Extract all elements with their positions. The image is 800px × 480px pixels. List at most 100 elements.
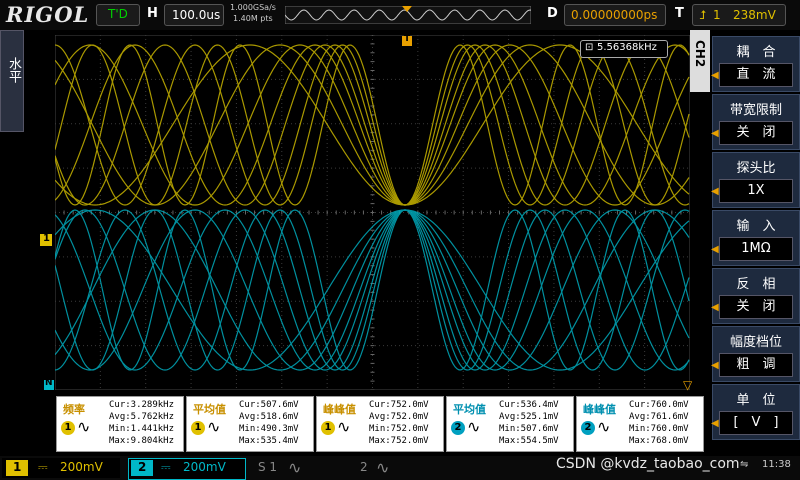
dc-coupling-icon: ⎓ bbox=[38, 460, 48, 474]
source1-box[interactable]: S 1 ∿ bbox=[250, 458, 348, 478]
ch1-offset-marker[interactable]: 1 bbox=[40, 233, 52, 246]
delay-label: D bbox=[547, 6, 558, 21]
trigger-position-marker[interactable]: T bbox=[402, 34, 412, 46]
left-arrow-icon: ◀ bbox=[711, 186, 719, 197]
menu-item-title: 输 入 bbox=[736, 219, 776, 234]
sine-icon: ∿ bbox=[376, 458, 390, 477]
measurement-min: Min:760.0mV bbox=[629, 424, 689, 434]
menu-item-title: 反 相 bbox=[736, 277, 776, 292]
measurement-box[interactable]: 频率 1 ∿ Cur:3.289kHz Avg:5.762kHz Min:1.441kHz… bbox=[56, 396, 184, 452]
menu-item-value: 粗 调 bbox=[719, 353, 793, 377]
waveform-icon: ∿ bbox=[337, 417, 351, 436]
brand-logo: RIGOL bbox=[6, 2, 90, 27]
ch2-scale-box[interactable]: 2 ⎓ 200mV bbox=[128, 458, 246, 480]
measurement-name: 频率 bbox=[63, 403, 85, 416]
menu-item-4[interactable]: 反 相 ◀ 关 闭 bbox=[711, 268, 800, 324]
source2-box[interactable]: 2 ∿ bbox=[354, 458, 444, 478]
measurement-max: Max:535.4mV bbox=[239, 436, 299, 446]
waveform-icon: ∿ bbox=[207, 417, 221, 436]
delay-value[interactable]: 0.00000000ps bbox=[564, 4, 666, 26]
waveform-overview-bar bbox=[285, 6, 531, 24]
menu-item-5[interactable]: 幅度档位 ◀ 粗 调 bbox=[711, 326, 800, 382]
menu-item-value: 1X bbox=[719, 179, 793, 203]
measurement-avg: Avg:5.762kHz bbox=[109, 412, 175, 422]
timebase-label: H bbox=[147, 6, 158, 21]
left-arrow-icon: ◀ bbox=[711, 244, 719, 255]
menu-item-6[interactable]: 单 位 ◀[ V ] bbox=[711, 384, 800, 440]
timebase-value[interactable]: 100.0us bbox=[164, 4, 224, 26]
trigger-label: T bbox=[675, 6, 684, 21]
ch2-menu-tab[interactable]: CH2 bbox=[690, 30, 710, 92]
channel-badge: 2 bbox=[451, 421, 465, 435]
frequency-readout: ⊡ 5.56368kHz bbox=[580, 40, 668, 58]
sample-rate: 1.000GSa/s bbox=[230, 3, 276, 12]
menu-item-title: 带宽限制 bbox=[729, 103, 782, 118]
waveform-icon: ∿ bbox=[77, 417, 91, 436]
measurement-cur: Cur:3.289kHz bbox=[109, 400, 175, 410]
measurement-name: 平均值 bbox=[453, 403, 486, 416]
left-arrow-icon: ◀ bbox=[711, 418, 719, 429]
menu-item-1[interactable]: 带宽限制 ◀ 关 闭 bbox=[711, 94, 800, 150]
measurement-min: Min:1.441kHz bbox=[109, 424, 175, 434]
measurement-box[interactable]: 平均值 1 ∿ Cur:507.6mV Avg:518.6mV Min:490.3mV Ma… bbox=[186, 396, 314, 452]
measurement-cur: Cur:536.4mV bbox=[499, 400, 559, 410]
clock-time: 11:38 bbox=[762, 459, 791, 470]
menu-item-value: 1MΩ bbox=[719, 237, 793, 261]
horizontal-tab-label: 水平 bbox=[6, 57, 21, 83]
ch2-offset-marker[interactable]: N bbox=[44, 378, 54, 390]
measurement-cur: Cur:752.0mV bbox=[369, 400, 429, 410]
menu-item-value: [ V ] bbox=[719, 411, 793, 435]
measurement-avg: Avg:525.1mV bbox=[499, 412, 559, 422]
menu-item-value: 关 闭 bbox=[719, 295, 793, 319]
trigger-level[interactable]: ⮥ 1 238mV bbox=[692, 4, 786, 26]
ch1-scale-box[interactable]: 1 ⎓ 200mV bbox=[2, 458, 120, 478]
left-arrow-icon: ◀ bbox=[711, 302, 719, 313]
measurement-box[interactable]: 平均值 2 ∿ Cur:536.4mV Avg:525.1mV Min:507.6mV Ma… bbox=[446, 396, 574, 452]
measurement-min: Min:490.3mV bbox=[239, 424, 299, 434]
trigger-level-marker[interactable]: ▽ bbox=[683, 378, 692, 392]
menu-item-value: 关 闭 bbox=[719, 121, 793, 145]
top-status-bar: RIGOL T'D H 100.0us 1.000GSa/s 1.40M pts… bbox=[0, 0, 800, 30]
measurement-avg: Avg:518.6mV bbox=[239, 412, 299, 422]
channel-badge: 1 bbox=[321, 421, 335, 435]
menu-item-3[interactable]: 输 入 ◀ 1MΩ bbox=[711, 210, 800, 266]
watermark-text: CSDN @kvdz_taobao_com bbox=[556, 456, 740, 472]
measurement-cur: Cur:760.0mV bbox=[629, 400, 689, 410]
measurement-min: Min:507.6mV bbox=[499, 424, 559, 434]
menu-item-0[interactable]: 耦 合 ◀ 直 流 bbox=[711, 36, 800, 92]
usb-icon: ⇋ bbox=[740, 459, 749, 470]
bottom-channel-bar: 1 ⎓ 200mV 2 ⎓ 200mV S 1 ∿ 2 ∿ CSDN @kvdz… bbox=[0, 456, 800, 480]
measurement-avg: Avg:752.0mV bbox=[369, 412, 429, 422]
trigger-status-badge: T'D bbox=[96, 4, 140, 26]
measurement-max: Max:752.0mV bbox=[369, 436, 429, 446]
measurement-avg: Avg:761.6mV bbox=[629, 412, 689, 422]
sine-icon: ∿ bbox=[288, 458, 302, 477]
measurement-box[interactable]: 峰峰值 2 ∿ Cur:760.0mV Avg:761.6mV Min:760.0mV Ma… bbox=[576, 396, 704, 452]
horizontal-menu-tab[interactable]: 水平 bbox=[0, 30, 24, 132]
counter-icon: ⊡ bbox=[585, 42, 594, 53]
channel-badge: 1 bbox=[61, 421, 75, 435]
menu-item-title: 单 位 bbox=[736, 393, 776, 408]
channel-badge: 2 bbox=[581, 421, 595, 435]
measurement-max: Max:9.804kHz bbox=[109, 436, 175, 446]
waveform-icon: ∿ bbox=[467, 417, 481, 436]
trigger-edge-icon: ⮥ bbox=[699, 8, 707, 22]
measurement-name: 峰峰值 bbox=[583, 403, 616, 416]
measurement-min: Min:752.0mV bbox=[369, 424, 429, 434]
menu-item-title: 探头比 bbox=[736, 161, 776, 176]
memory-depth: 1.40M pts bbox=[233, 14, 273, 23]
measurement-max: Max:768.0mV bbox=[629, 436, 689, 446]
left-arrow-icon: ◀ bbox=[711, 128, 719, 139]
menu-item-value: 直 流 bbox=[719, 63, 793, 87]
measurement-box[interactable]: 峰峰值 1 ∿ Cur:752.0mV Avg:752.0mV Min:752.0mV Ma… bbox=[316, 396, 444, 452]
measurement-name: 平均值 bbox=[193, 403, 226, 416]
left-arrow-icon: ◀ bbox=[711, 70, 719, 81]
left-arrow-icon: ◀ bbox=[711, 360, 719, 371]
measurement-name: 峰峰值 bbox=[323, 403, 356, 416]
waveform-icon: ∿ bbox=[597, 417, 611, 436]
measurement-max: Max:554.5mV bbox=[499, 436, 559, 446]
menu-item-title: 耦 合 bbox=[736, 45, 776, 60]
menu-item-title: 幅度档位 bbox=[729, 335, 782, 350]
waveform-display bbox=[55, 35, 690, 390]
menu-item-2[interactable]: 探头比 ◀ 1X bbox=[711, 152, 800, 208]
